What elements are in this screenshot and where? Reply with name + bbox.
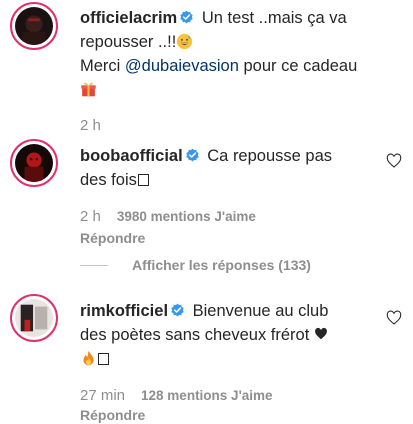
verified-badge-icon <box>185 148 200 163</box>
like-heart-icon[interactable] <box>386 310 402 326</box>
post-caption-line2: repousser ..!! <box>80 33 177 51</box>
reply-button[interactable]: Répondre <box>80 230 145 246</box>
like-heart-icon[interactable] <box>386 153 402 169</box>
comment-text: rimkofficiel Bienvenue au club des poète… <box>80 299 385 371</box>
comment-text-line1: Bienvenue au club <box>192 302 329 320</box>
comment-likes[interactable]: 3980 mentions J'aime <box>117 209 256 224</box>
reply-button[interactable]: Répondre <box>80 407 145 423</box>
comment-meta: 27 min 128 mentions J'aime <box>80 387 273 404</box>
grinning-sweat-emoji-icon <box>176 33 193 50</box>
comment-username[interactable]: rimkofficiel <box>80 302 168 320</box>
post-username[interactable]: officielacrim <box>80 9 177 27</box>
avatar[interactable] <box>10 2 58 50</box>
missing-glyph-icon <box>137 174 149 186</box>
post-caption: officielacrim Un test ..mais ça va repou… <box>80 6 400 102</box>
avatar-image <box>15 144 53 182</box>
comment-text-line1: Ca repousse pas <box>207 147 333 165</box>
comment-timestamp[interactable]: 27 min <box>80 387 125 404</box>
comment-text-line2: des poètes sans cheveux frérot <box>80 326 310 344</box>
thanks-suffix: pour ce cadeau <box>238 57 358 75</box>
view-replies-button[interactable]: Afficher les réponses (133) <box>80 253 311 277</box>
gift-emoji-icon <box>80 81 97 98</box>
comment-text: boobaofficial Ca repousse pas des fois <box>80 144 380 192</box>
divider-line <box>80 264 108 266</box>
black-heart-icon <box>314 327 328 341</box>
post-timestamp[interactable]: 2 h <box>80 117 101 134</box>
comment-timestamp[interactable]: 2 h <box>80 208 101 225</box>
comment-username[interactable]: boobaofficial <box>80 147 183 165</box>
post-caption-line1: Un test ..mais ça va <box>201 9 347 27</box>
verified-badge-icon <box>179 10 194 25</box>
avatar-image <box>15 299 53 337</box>
post-meta: 2 h <box>80 117 117 134</box>
mention-link[interactable]: @dubaievasion <box>125 57 239 75</box>
avatar-image <box>15 7 53 45</box>
comment-avatar[interactable] <box>10 139 58 187</box>
comment-text-line2: des fois <box>80 171 137 189</box>
view-replies-label: Afficher les réponses (133) <box>132 257 311 273</box>
comment-likes[interactable]: 128 mentions J'aime <box>141 388 273 403</box>
comment-avatar[interactable] <box>10 294 58 342</box>
thanks-text: Merci <box>80 57 125 75</box>
comment-meta: 2 h 3980 mentions J'aime <box>80 208 256 225</box>
verified-badge-icon <box>170 303 185 318</box>
fire-emoji-icon <box>80 350 97 367</box>
missing-glyph-icon <box>98 353 109 365</box>
